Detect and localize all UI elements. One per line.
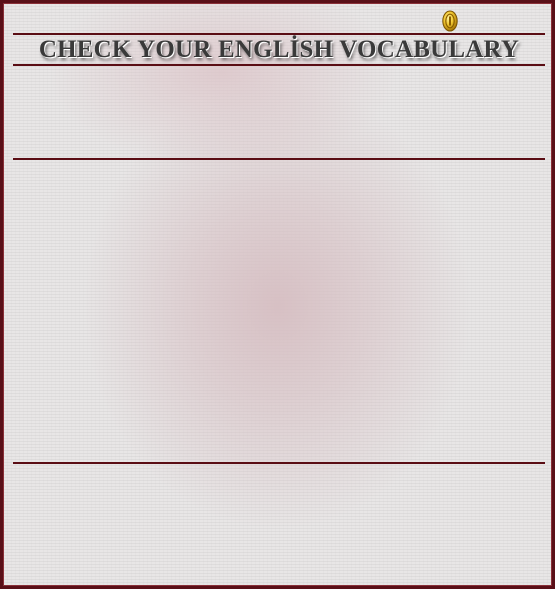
intro-panel: [13, 66, 545, 158]
gold-coin-icon: [442, 10, 458, 32]
footer-panel: [13, 464, 545, 582]
content-panel: [13, 160, 545, 462]
page-frame: CHECK YOUR ENGLİSH VOCABULARY: [0, 0, 555, 589]
page-title: CHECK YOUR ENGLİSH VOCABULARY: [38, 36, 520, 63]
